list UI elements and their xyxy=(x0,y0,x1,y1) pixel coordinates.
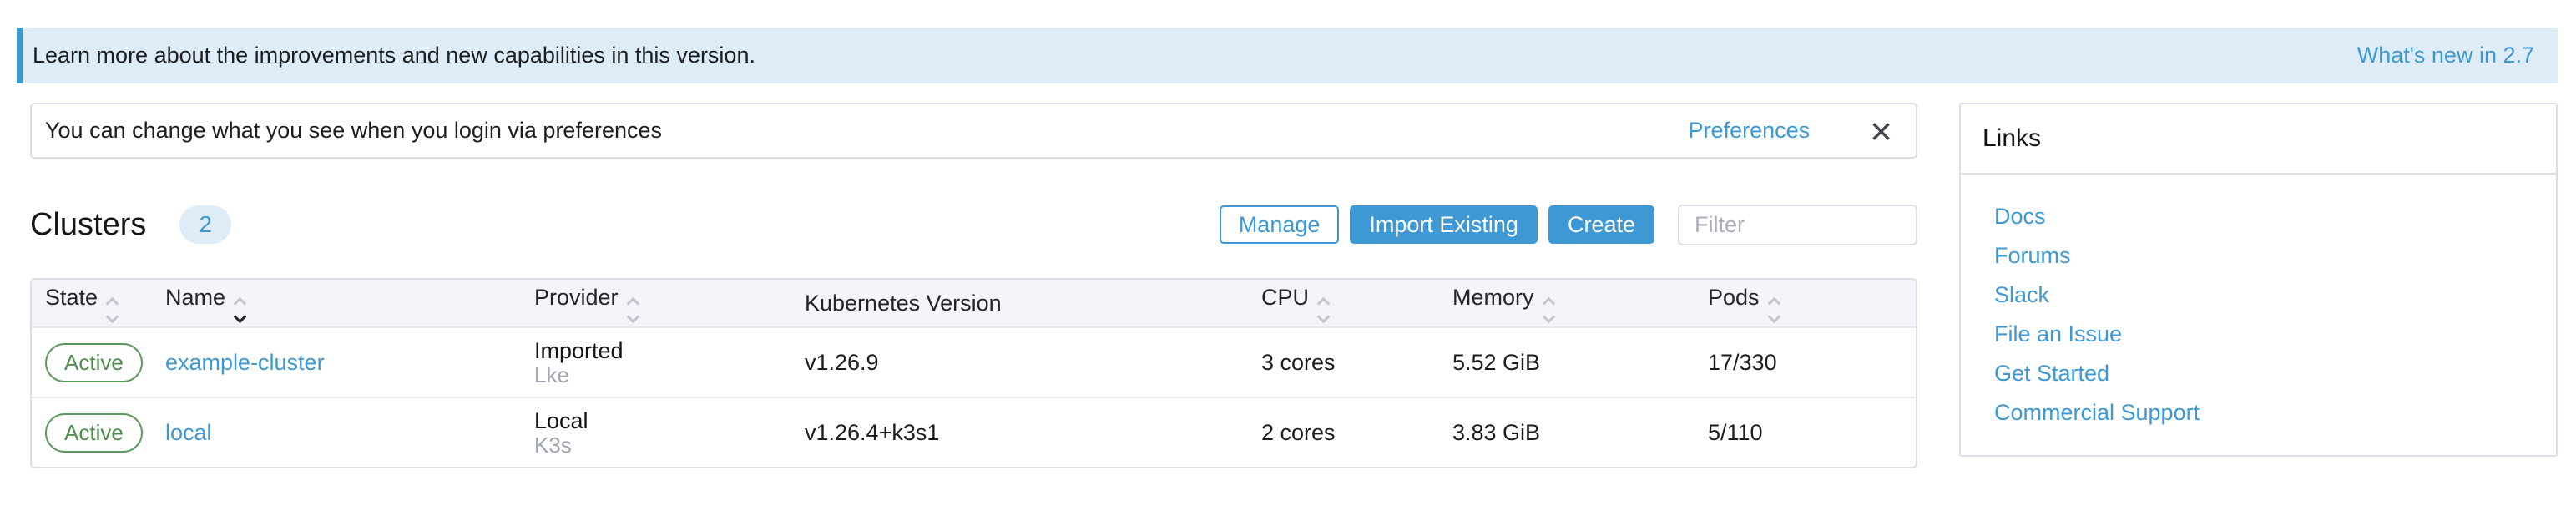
column-header-kubernetes-version: Kubernetes Version xyxy=(791,280,1248,327)
link-forums[interactable]: Forums xyxy=(1994,244,2556,267)
manage-button[interactable]: Manage xyxy=(1220,205,1340,244)
memory-cell: 5.52 GiB xyxy=(1439,327,1695,397)
sort-icon-active xyxy=(235,299,245,321)
table-row: Active local Local K3s v1.26.4+k3s1 2 co… xyxy=(32,397,1916,467)
status-badge: Active xyxy=(45,413,143,453)
cpu-cell: 2 cores xyxy=(1248,397,1439,467)
sort-icon xyxy=(629,299,638,321)
links-list: Docs Forums Slack File an Issue Get Star… xyxy=(1961,175,2556,424)
column-header-pods[interactable]: Pods xyxy=(1695,280,1916,327)
pods-cell: 5/110 xyxy=(1695,397,1916,467)
provider-distro: Lke xyxy=(534,363,791,387)
link-slack[interactable]: Slack xyxy=(1994,283,2556,306)
version-banner: Learn more about the improvements and ne… xyxy=(17,28,2558,83)
table-header-row: State Name Provider Kubernetes Version C… xyxy=(32,280,1916,327)
import-existing-button[interactable]: Import Existing xyxy=(1350,205,1538,244)
cpu-cell: 3 cores xyxy=(1248,327,1439,397)
provider-name: Local xyxy=(534,408,791,433)
link-file-an-issue[interactable]: File an Issue xyxy=(1994,322,2556,346)
sort-icon xyxy=(1319,299,1328,321)
clusters-table: State Name Provider Kubernetes Version C… xyxy=(30,278,1917,468)
kubernetes-version-cell: v1.26.4+k3s1 xyxy=(791,397,1248,467)
sort-icon xyxy=(1770,299,1779,321)
links-panel-title: Links xyxy=(1961,104,2556,175)
version-banner-message: Learn more about the improvements and ne… xyxy=(33,43,755,68)
link-get-started[interactable]: Get Started xyxy=(1994,362,2556,385)
status-badge: Active xyxy=(45,343,143,382)
memory-cell: 3.83 GiB xyxy=(1439,397,1695,467)
links-panel: Links Docs Forums Slack File an Issue Ge… xyxy=(1959,103,2558,457)
page-title: Clusters xyxy=(30,207,146,243)
whats-new-link[interactable]: What's new in 2.7 xyxy=(2357,43,2534,68)
kubernetes-version-cell: v1.26.9 xyxy=(791,327,1248,397)
clusters-header-row: Clusters 2 Manage Import Existing Create xyxy=(30,203,1917,246)
create-button[interactable]: Create xyxy=(1548,205,1654,244)
cluster-count-badge: 2 xyxy=(179,205,231,244)
column-header-state[interactable]: State xyxy=(32,280,152,327)
table-row: Active example-cluster Imported Lke v1.2… xyxy=(32,327,1916,397)
sort-icon xyxy=(1544,299,1553,321)
provider-distro: K3s xyxy=(534,433,791,457)
cluster-name-link[interactable]: example-cluster xyxy=(165,350,325,375)
column-header-name[interactable]: Name xyxy=(152,280,521,327)
preferences-link[interactable]: Preferences xyxy=(1689,118,1811,144)
column-header-memory[interactable]: Memory xyxy=(1439,280,1695,327)
preferences-banner-message: You can change what you see when you log… xyxy=(45,118,662,144)
cluster-name-link[interactable]: local xyxy=(165,420,212,445)
column-header-cpu[interactable]: CPU xyxy=(1248,280,1439,327)
link-docs[interactable]: Docs xyxy=(1994,205,2556,228)
column-header-provider[interactable]: Provider xyxy=(521,280,791,327)
filter-input[interactable] xyxy=(1678,205,1917,245)
provider-name: Imported xyxy=(534,338,791,363)
link-commercial-support[interactable]: Commercial Support xyxy=(1994,401,2556,424)
sort-icon xyxy=(108,299,117,321)
preferences-banner: You can change what you see when you log… xyxy=(30,103,1917,159)
cluster-actions: Manage Import Existing Create xyxy=(1220,205,1917,245)
pods-cell: 17/330 xyxy=(1695,327,1916,397)
close-icon[interactable]: × xyxy=(1870,112,1892,150)
